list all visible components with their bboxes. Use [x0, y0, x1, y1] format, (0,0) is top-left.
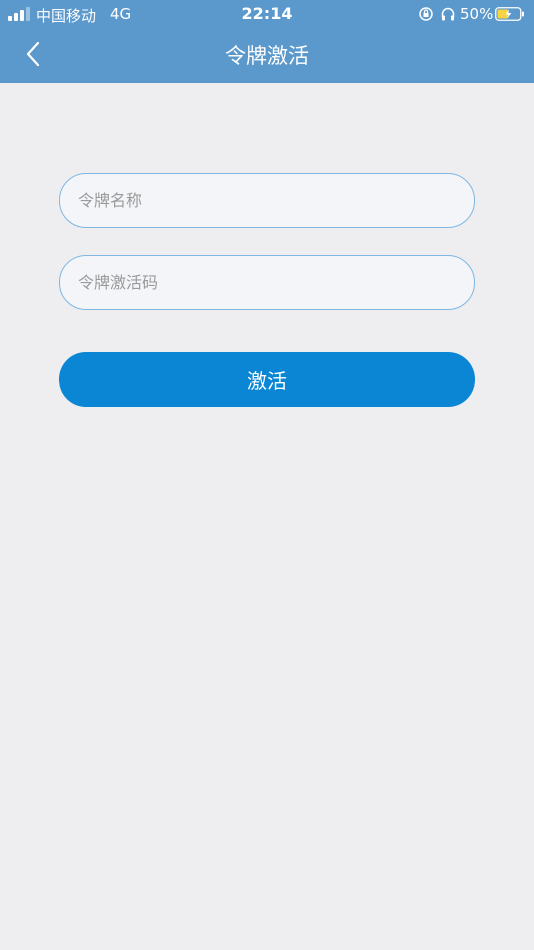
battery-percent: 50%	[460, 5, 494, 23]
token-name-field[interactable]	[59, 173, 475, 228]
token-name-input[interactable]	[78, 174, 448, 227]
battery-charging-icon	[495, 7, 524, 21]
orientation-lock-icon	[419, 7, 433, 21]
activation-code-input[interactable]	[78, 256, 448, 309]
page-title: 令牌激活	[225, 44, 309, 68]
activation-code-field[interactable]	[59, 255, 475, 310]
headphone-icon	[441, 7, 455, 21]
nav-bar: 令牌激活	[0, 28, 534, 83]
status-bar: 中国移动 4G 22:14 50%	[0, 0, 534, 28]
app-header: 中国移动 4G 22:14 50% 令牌激活	[0, 0, 534, 83]
activate-button[interactable]: 激活	[59, 352, 475, 407]
